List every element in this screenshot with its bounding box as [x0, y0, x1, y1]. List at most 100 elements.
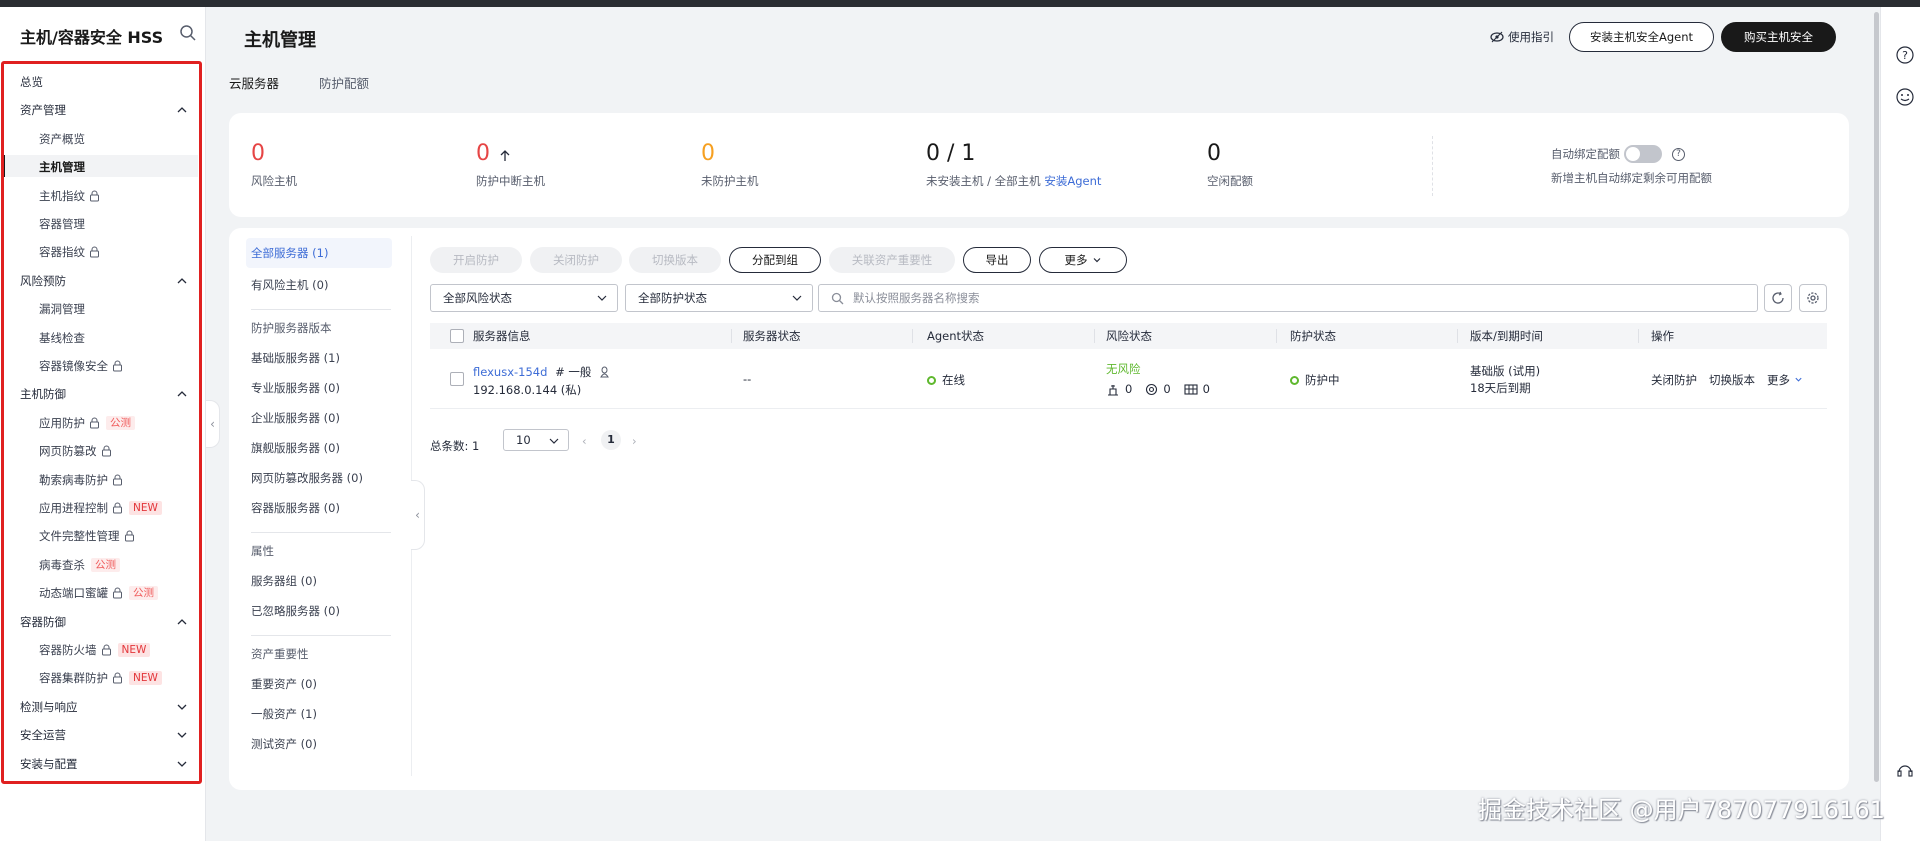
column-header[interactable]: 服务器状态 [743, 323, 801, 349]
disable-protection-link[interactable]: 关闭防护 [1651, 372, 1697, 388]
chevron-up-icon[interactable] [176, 104, 188, 116]
tab-protection-quota[interactable]: 防护配额 [319, 73, 369, 92]
column-header[interactable]: 服务器信息 [473, 323, 531, 349]
filter-item[interactable]: 已忽略服务器 (0) [251, 603, 340, 619]
column-header[interactable]: 防护状态 [1290, 323, 1336, 349]
refresh-button[interactable] [1764, 284, 1792, 312]
install-agent-link[interactable]: 安装Agent [1044, 174, 1101, 188]
risk-status-select[interactable]: 全部风险状态 [430, 284, 618, 312]
sidebar-item[interactable]: 资产概览 [39, 128, 85, 150]
filter-item[interactable]: 重要资产 (0) [251, 676, 317, 692]
sidebar-item[interactable]: 检测与响应 [20, 696, 78, 718]
select-all-checkbox[interactable] [450, 329, 464, 343]
feedback-smile-icon[interactable] [1896, 88, 1914, 106]
sidebar-item[interactable]: 动态端口蜜罐 公测 [39, 582, 158, 604]
customer-service-icon[interactable] [1896, 762, 1914, 780]
server-name-link[interactable]: flexusx-154d [473, 365, 547, 379]
unprotected-hosts-count[interactable]: 0 [701, 141, 715, 167]
page-scrollbar[interactable] [1874, 12, 1879, 782]
protection-status-select[interactable]: 全部防护状态 [625, 284, 813, 312]
settings-button[interactable] [1799, 284, 1827, 312]
switch-version-link[interactable]: 切换版本 [1709, 372, 1755, 388]
sidebar-item[interactable]: 容器指纹 [39, 241, 100, 263]
filter-item[interactable]: 全部服务器 (1) [246, 238, 392, 268]
sidebar-item[interactable]: 容器管理 [39, 213, 85, 235]
sidebar-item[interactable]: 容器集群防护 NEW [39, 667, 162, 689]
filter-item[interactable]: 一般资产 (1) [251, 706, 317, 722]
filter-item[interactable]: 旗舰版服务器 (0) [251, 440, 340, 456]
tab-cloud-servers[interactable]: 云服务器 [229, 73, 279, 92]
filter-item[interactable]: 有风险主机 (0) [251, 277, 328, 293]
sidebar-item[interactable]: 网页防篡改 [39, 440, 112, 462]
sidebar-item[interactable]: 安全运营 [20, 724, 66, 746]
idle-quota-count[interactable]: 0 [1207, 141, 1221, 167]
sidebar-item[interactable]: 应用防护 公测 [39, 412, 135, 434]
sidebar-item[interactable]: 主机防御 [20, 383, 66, 405]
page-size-select[interactable]: 10 [503, 429, 569, 451]
chevron-up-icon[interactable] [176, 388, 188, 400]
column-header[interactable]: 操作 [1651, 323, 1674, 349]
column-header[interactable]: 风险状态 [1106, 323, 1152, 349]
chevron-down-icon[interactable] [176, 701, 188, 713]
sidebar-item[interactable]: 风险预防 [20, 270, 66, 292]
filter-item[interactable]: 企业版服务器 (0) [251, 410, 340, 426]
sidebar-collapse-handle[interactable]: ‹ [206, 400, 220, 448]
sidebar-item[interactable]: 漏洞管理 [39, 298, 85, 320]
buy-host-security-button[interactable]: 购买主机安全 [1721, 22, 1836, 52]
sidebar-item[interactable]: 容器镜像安全 [39, 355, 123, 377]
sidebar-item[interactable]: 主机管理 [39, 156, 85, 178]
interrupted-hosts-count[interactable]: 0 [476, 141, 490, 167]
help-circle-icon[interactable]: ? [1896, 46, 1914, 64]
filter-item[interactable]: 测试资产 (0) [251, 736, 317, 752]
filter-item[interactable]: 基础版服务器 (1) [251, 350, 340, 366]
asset-importance-button[interactable]: 关联资产重要性 [829, 247, 955, 273]
more-actions-link[interactable]: 更多 [1767, 372, 1803, 388]
help-icon[interactable]: ? [1672, 147, 1685, 161]
row-checkbox[interactable] [450, 372, 464, 386]
uninstalled-hosts-count[interactable]: 0 / 1 [926, 141, 975, 167]
risk-status[interactable]: 无风险 [1106, 361, 1141, 377]
filter-item[interactable]: 专业版服务器 (0) [251, 380, 340, 396]
auto-bind-toggle[interactable] [1624, 145, 1662, 163]
sidebar-item[interactable]: 主机指纹 [39, 185, 100, 207]
column-header[interactable]: 版本/到期时间 [1470, 323, 1543, 349]
chevron-down-icon [1093, 258, 1100, 263]
disable-protection-button[interactable]: 关闭防护 [530, 247, 622, 273]
install-agent-button[interactable]: 安装主机安全Agent [1569, 22, 1714, 52]
server-search-input[interactable]: 默认按照服务器名称搜索 [818, 284, 1758, 312]
chevron-up-icon[interactable] [176, 275, 188, 287]
column-header[interactable]: Agent状态 [927, 323, 984, 349]
filter-item[interactable]: 网页防篡改服务器 (0) [251, 470, 363, 486]
export-button[interactable]: 导出 [963, 247, 1031, 273]
sidebar-item[interactable]: 总览 [20, 71, 43, 93]
guide-link[interactable]: 使用指引 [1490, 29, 1554, 45]
sidebar-item[interactable]: 勒索病毒防护 [39, 469, 123, 491]
assign-group-button[interactable]: 分配到组 [729, 247, 821, 273]
lock-icon [113, 587, 122, 599]
more-button[interactable]: 更多 [1039, 247, 1127, 273]
risk-hosts-count[interactable]: 0 [251, 141, 265, 167]
watermark: 掘金技术社区 @用户787077916161 [1478, 796, 1885, 824]
chevron-down-icon[interactable] [176, 729, 188, 741]
sidebar-item[interactable]: 容器防御 [20, 611, 66, 633]
chevron-up-icon[interactable] [176, 616, 188, 628]
next-page-icon[interactable]: › [632, 434, 637, 448]
linux-icon [600, 366, 609, 378]
all-hosts-label: / 全部主机 [987, 174, 1041, 188]
filter-item[interactable]: 容器版服务器 (0) [251, 500, 340, 516]
sidebar-item[interactable]: 安装与配置 [20, 753, 78, 775]
switch-version-button[interactable]: 切换版本 [629, 247, 721, 273]
filter-item[interactable]: 服务器组 (0) [251, 573, 317, 589]
search-icon[interactable] [178, 23, 198, 43]
filter-collapse-handle[interactable]: ‹ [411, 480, 425, 550]
chevron-down-icon[interactable] [176, 758, 188, 770]
sidebar-item[interactable]: 文件完整性管理 [39, 525, 135, 547]
prev-page-icon[interactable]: ‹ [582, 434, 587, 448]
sidebar-item[interactable]: 病毒查杀 公测 [39, 554, 120, 576]
sidebar-item[interactable]: 基线检查 [39, 327, 85, 349]
sidebar-item[interactable]: 应用进程控制 NEW [39, 497, 162, 519]
sidebar-item[interactable]: 容器防火墙 NEW [39, 639, 151, 661]
current-page[interactable]: 1 [601, 430, 621, 450]
enable-protection-button[interactable]: 开启防护 [430, 247, 522, 273]
sidebar-item[interactable]: 资产管理 [20, 99, 66, 121]
